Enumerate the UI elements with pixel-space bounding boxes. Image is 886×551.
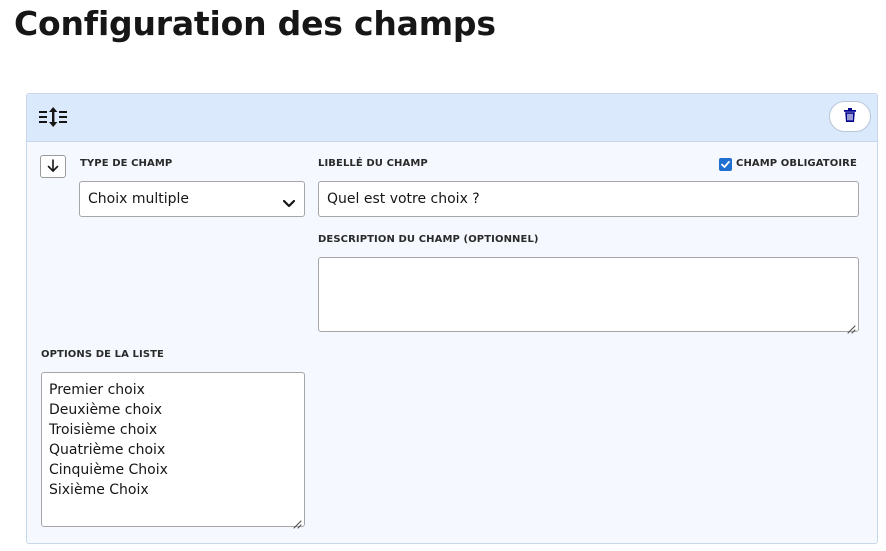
move-down-button[interactable]	[40, 155, 66, 178]
options-list: Premier choix Deuxième choix Troisième c…	[49, 380, 168, 500]
chevron-down-icon	[282, 194, 296, 208]
field-label-input[interactable]: Quel est votre choix ?	[318, 181, 859, 217]
option-item: Premier choix	[49, 382, 145, 398]
trash-icon	[844, 107, 856, 126]
required-checkbox[interactable]	[719, 158, 732, 171]
field-label-heading: LIBELLÉ DU CHAMP	[318, 158, 428, 169]
arrow-down-icon	[47, 157, 59, 176]
field-type-label: TYPE DE CHAMP	[80, 158, 173, 169]
options-textarea[interactable]: Premier choix Deuxième choix Troisième c…	[41, 372, 305, 529]
option-item: Quatrième choix	[49, 442, 166, 458]
field-type-value: Choix multiple	[88, 191, 190, 207]
description-label: DESCRIPTION DU CHAMP (OPTIONNEL)	[318, 234, 539, 245]
drag-reorder-icon[interactable]	[39, 107, 69, 127]
option-item: Sixième Choix	[49, 482, 149, 498]
required-checkbox-label: CHAMP OBLIGATOIRE	[736, 158, 857, 169]
option-item: Cinquième Choix	[49, 462, 168, 478]
page-title: Configuration des champs	[14, 4, 496, 43]
option-item: Deuxième choix	[49, 402, 163, 418]
description-textarea[interactable]	[318, 257, 859, 334]
delete-field-button[interactable]	[829, 101, 871, 132]
field-type-select[interactable]: Choix multiple	[79, 181, 305, 217]
option-item: Troisième choix	[49, 422, 158, 438]
resize-grip-icon[interactable]	[846, 319, 856, 334]
card-header	[27, 94, 877, 142]
field-config-card: TYPE DE CHAMP Choix multiple LIBELLÉ DU …	[26, 93, 878, 544]
resize-grip-icon[interactable]	[292, 514, 302, 529]
options-label: OPTIONS DE LA LISTE	[41, 349, 164, 360]
